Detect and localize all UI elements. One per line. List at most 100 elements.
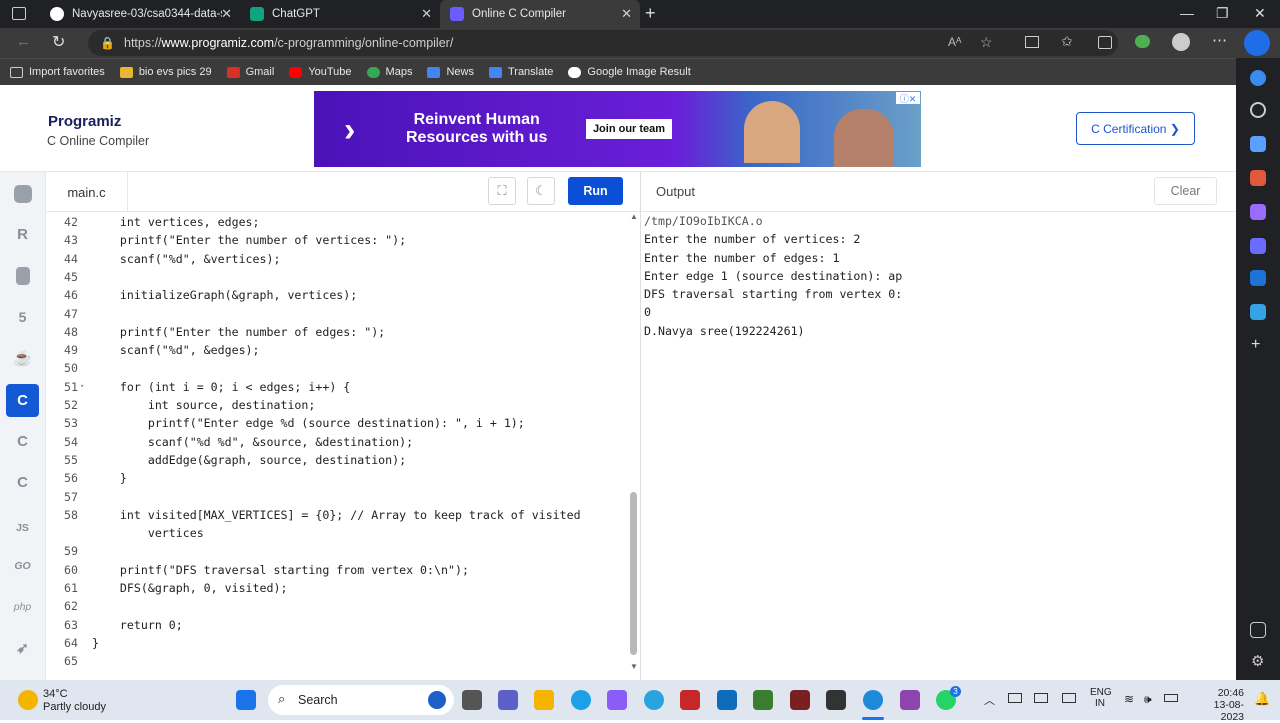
notepad-icon[interactable] [607, 690, 627, 710]
settings-icon[interactable]: ⚙ [1251, 652, 1264, 670]
keyboard-icon[interactable] [1034, 693, 1048, 703]
html5-icon[interactable]: 5 [6, 300, 39, 333]
clear-button[interactable]: Clear [1154, 177, 1217, 205]
bing-copilot-icon[interactable] [1244, 30, 1270, 56]
scroll-up-icon[interactable]: ▲ [630, 212, 638, 221]
ad-choices-icon[interactable]: ⓘ✕ [896, 92, 920, 104]
games-icon[interactable] [1250, 204, 1266, 220]
dark-mode-icon[interactable]: ☾ [527, 177, 555, 205]
ad-cta-button[interactable]: Join our team [586, 119, 672, 139]
search-icon[interactable] [1250, 102, 1266, 118]
code-line[interactable]: int vertices, edges; [92, 215, 260, 229]
add-icon[interactable]: + [1251, 336, 1260, 354]
tab-online-c-compiler[interactable]: Online C Compiler ✕ [440, 0, 640, 28]
bookmark-translate[interactable]: Translate [488, 66, 553, 78]
tab-chatgpt[interactable]: ChatGPT ✕ [240, 0, 440, 28]
bookmark-gmail[interactable]: Gmail [226, 66, 274, 78]
mcafee-icon[interactable] [680, 690, 700, 710]
browser-icon[interactable] [571, 690, 591, 710]
php-icon[interactable]: php [6, 590, 39, 623]
bookmark-google-image[interactable]: Google Image Result [568, 66, 691, 78]
sidebar-toggle-icon[interactable] [1250, 622, 1266, 638]
office-icon[interactable] [790, 690, 810, 710]
more-menu-icon[interactable]: ⋯ [1212, 31, 1227, 49]
bookmark-maps[interactable]: Maps [366, 66, 412, 78]
store-icon[interactable] [826, 690, 846, 710]
java-icon[interactable]: ☕ [6, 341, 39, 374]
refresh-icon[interactable]: ↻ [52, 32, 65, 52]
profile-avatar[interactable] [1172, 33, 1190, 51]
outlook-icon[interactable] [1250, 270, 1266, 286]
onedrive-icon[interactable] [1008, 693, 1022, 703]
microsoft365-icon[interactable] [1250, 238, 1266, 254]
code-line[interactable]: scanf("%d", &vertices); [92, 252, 281, 266]
code-editor[interactable]: 42 int vertices, edges; 43 printf("Enter … [46, 212, 628, 674]
notification-bell-icon[interactable]: 🔔 [1254, 691, 1270, 707]
url-field[interactable]: 🔒 https://www.programiz.com/c-programmin… [88, 30, 1118, 56]
close-icon[interactable]: ✕ [621, 6, 632, 22]
code-line[interactable]: } [92, 471, 127, 485]
favorites-icon[interactable]: ✩ [1061, 33, 1073, 50]
weather-desc[interactable]: Partly cloudy [43, 701, 106, 713]
file-tab-main-c[interactable]: main.c [46, 172, 128, 212]
python-icon[interactable] [6, 177, 39, 210]
javascript-icon[interactable]: JS [6, 511, 39, 544]
code-line[interactable]: scanf("%d", &edges); [92, 343, 260, 357]
code-line[interactable]: int visited[MAX_VERTICES] = {0}; // Arra… [92, 508, 581, 522]
code-line[interactable]: vertices [92, 526, 204, 540]
drop-icon[interactable] [1250, 304, 1266, 320]
edge-icon[interactable] [863, 690, 883, 710]
bookmark-news[interactable]: News [427, 66, 474, 78]
favorite-star-icon[interactable]: ☆ [980, 34, 993, 51]
file-explorer-icon[interactable] [534, 690, 554, 710]
windows-start-icon[interactable] [236, 690, 256, 710]
new-tab-button[interactable]: + [645, 3, 656, 24]
wifi-icon[interactable]: ≋ [1124, 692, 1134, 706]
sql-icon[interactable] [6, 259, 39, 292]
code-line[interactable]: initializeGraph(&graph, vertices); [92, 288, 357, 302]
teams-icon[interactable] [498, 690, 518, 710]
bookmark-import-favorites[interactable]: Import favorites [10, 66, 105, 78]
csharp-icon[interactable]: C [6, 466, 39, 499]
tools-icon[interactable] [1250, 170, 1266, 186]
close-icon[interactable]: ✕ [421, 6, 432, 22]
scroll-down-icon[interactable]: ▼ [630, 662, 638, 671]
minimize-icon[interactable]: — [1180, 5, 1194, 21]
pane-divider[interactable] [640, 172, 641, 680]
go-icon[interactable]: GO [6, 549, 39, 582]
task-view-icon[interactable] [462, 690, 482, 710]
tray-expand-icon[interactable]: ︿ [984, 692, 995, 708]
wps-icon[interactable] [900, 690, 920, 710]
todo-icon[interactable] [717, 690, 737, 710]
language-indicator[interactable]: ENG IN [1090, 687, 1112, 709]
weather-icon[interactable] [18, 690, 38, 710]
edge-legacy-icon[interactable] [644, 690, 664, 710]
run-button[interactable]: Run [568, 177, 623, 205]
collections-icon[interactable] [1098, 36, 1112, 49]
weather-temp[interactable]: 34°C [43, 688, 68, 700]
code-line[interactable]: printf("Enter the number of edges: "); [92, 325, 385, 339]
battery-icon[interactable] [1164, 694, 1178, 702]
advertisement-banner[interactable]: › Reinvent Human Resources with us Join … [314, 91, 921, 167]
code-line[interactable]: printf("Enter edge %d (source destinatio… [92, 416, 525, 430]
back-icon[interactable]: ← [16, 33, 31, 50]
code-line[interactable]: int source, destination; [92, 398, 316, 412]
taskbar-search[interactable]: ⌕ Search [268, 685, 454, 715]
c-icon[interactable]: C [6, 384, 39, 417]
fullscreen-icon[interactable]: ⛶ [488, 177, 516, 205]
output-console[interactable]: /tmp/IO9oIbIKCA.o Enter the number of ver… [644, 214, 1224, 342]
display-icon[interactable] [1062, 693, 1076, 703]
split-screen-icon[interactable] [1025, 36, 1039, 48]
code-line[interactable]: printf("Enter the number of vertices: ")… [92, 233, 406, 247]
bookmark-youtube[interactable]: YouTube [289, 66, 352, 78]
read-aloud-icon[interactable]: Aᴬ [948, 35, 961, 49]
cpp-icon[interactable]: C [6, 425, 39, 458]
r-icon[interactable]: R [6, 218, 39, 251]
maximize-icon[interactable]: ❐ [1216, 5, 1229, 22]
app-icon[interactable] [753, 690, 773, 710]
swift-icon[interactable]: ➶ [6, 631, 39, 664]
fold-arrow-icon[interactable]: ▾ [80, 382, 84, 390]
tab-actions-icon[interactable] [12, 7, 26, 20]
shopping-icon[interactable] [1250, 136, 1266, 152]
close-icon[interactable]: ✕ [221, 6, 232, 22]
